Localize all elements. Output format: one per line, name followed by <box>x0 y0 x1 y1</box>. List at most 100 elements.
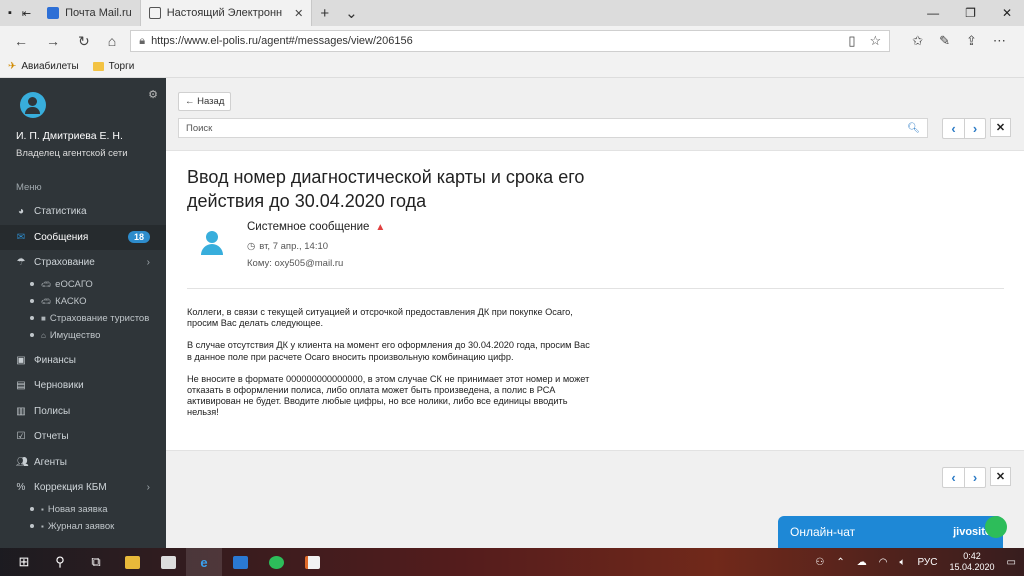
home-icon[interactable]: ⌂ <box>108 33 116 50</box>
sidebar-item-label: Сообщения <box>34 231 89 243</box>
users-icon: 👥︎ <box>16 456 29 468</box>
sidebar-item-finance[interactable]: ▣ Финансы <box>0 348 166 374</box>
search-icon[interactable]: 🔍︎ <box>907 123 920 134</box>
chevron-down-icon[interactable]: ⌄ <box>337 4 366 22</box>
pen-icon[interactable]: ✎ <box>939 33 950 49</box>
sidebar-item-policies[interactable]: ▥ Полисы <box>0 399 166 425</box>
search-input[interactable]: Поиск 🔍︎ <box>178 118 928 138</box>
tab-label: Почта Mail.ru <box>65 7 132 19</box>
url-field[interactable]: 🔒︎ https://www.el-polis.ru/agent#/messag… <box>130 30 891 52</box>
sender-avatar <box>198 229 226 257</box>
house-icon: ⌂ <box>41 330 46 340</box>
mail-icon[interactable] <box>222 548 258 576</box>
prev-message-icon[interactable]: ‹ <box>943 119 964 138</box>
sidebar-subitem-new-request[interactable]: ▪ Новая заявка <box>0 501 166 518</box>
sidebar-item-reports[interactable]: ☑ Отчеты <box>0 424 166 450</box>
close-message-button[interactable]: ✕ <box>990 467 1011 486</box>
plane-icon: ✈ <box>8 61 17 72</box>
cloud-icon[interactable]: ☁ <box>857 557 867 568</box>
umbrella-icon: ☂ <box>16 257 26 269</box>
bookmarks-bar: ✈ Авиабилеты Торги <box>0 56 1024 78</box>
sidebar-subitem-tourists[interactable]: ■ Страхование туристов <box>0 310 166 327</box>
lock-icon: 🔒︎ <box>139 34 146 47</box>
tab-mail[interactable]: Почта Mail.ru <box>39 0 141 26</box>
sidebar-item-label: Полисы <box>34 405 71 417</box>
bookmark-aviabilety[interactable]: ✈ Авиабилеты <box>8 61 79 72</box>
bullet-icon <box>30 524 34 528</box>
tab-el-polis[interactable]: Настоящий Электронн ✕ <box>140 0 313 26</box>
file-icon: ▤ <box>16 380 26 392</box>
back-button[interactable]: ← Назад <box>178 92 232 111</box>
user-avatar-icon[interactable] <box>20 92 46 118</box>
file-icon: ▪ <box>41 504 44 514</box>
next-message-icon[interactable]: › <box>964 468 985 487</box>
bookmark-torgi[interactable]: Торги <box>92 61 135 72</box>
message-paragraph: Коллеги, в связи с текущей ситуацией и о… <box>187 307 573 329</box>
sidebar-subitem-label: КАСКО <box>55 295 87 307</box>
car-icon: 🚗︎ <box>41 279 52 289</box>
clock-icon: ◷ <box>247 241 256 252</box>
notifications-icon[interactable]: ▭ <box>1007 557 1016 568</box>
clock[interactable]: 0:42 15.04.2020 <box>950 551 995 573</box>
sender-name: Системное сообщение <box>247 221 370 233</box>
sidebar-item-insurance[interactable]: ☂ Страхование › <box>0 250 166 276</box>
edge-browser-icon[interactable]: e <box>186 548 222 576</box>
set-aside-tabs-icon[interactable]: ⇤ <box>22 7 31 20</box>
envelope-icon: ✉ <box>16 231 26 243</box>
suitcase-icon: ■ <box>41 313 46 323</box>
sidebar-item-label: Финансы <box>34 354 76 366</box>
document-icon: ▥ <box>16 405 26 417</box>
sidebar-subitem-property[interactable]: ⌂ Имущество <box>0 327 166 344</box>
restore-icon[interactable]: ❐ <box>965 6 976 20</box>
sidebar-item-label: Агенты <box>34 456 67 468</box>
sidebar: ⚙ И. П. Дмитриева Е. Н. Владелец агентск… <box>0 78 166 548</box>
more-icon[interactable]: ⋯ <box>993 33 1006 49</box>
people-icon[interactable]: ⚇ <box>815 557 824 568</box>
document-app-icon[interactable] <box>294 548 330 576</box>
store-icon[interactable] <box>150 548 186 576</box>
refresh-icon[interactable]: ↻ <box>78 33 90 50</box>
unread-badge: 18 <box>127 231 150 244</box>
sidebar-item-agents[interactable]: 👥︎ Агенты <box>0 450 166 476</box>
language-indicator[interactable]: РУС <box>917 557 937 568</box>
new-tab-icon[interactable]: + <box>312 5 337 22</box>
sidebar-subitem-kasko[interactable]: 🚗︎ КАСКО <box>0 293 166 310</box>
message-nav-top: ‹ › <box>942 118 986 139</box>
favorite-star-icon[interactable]: ☆ <box>870 33 882 49</box>
gear-icon[interactable]: ⚙ <box>148 88 158 101</box>
sidebar-item-drafts[interactable]: ▤ Черновики <box>0 373 166 399</box>
forward-arrow-icon[interactable]: → <box>46 33 60 50</box>
back-arrow-icon[interactable]: ← <box>14 33 28 50</box>
favorites-icon[interactable]: ✩ <box>912 33 923 49</box>
reading-view-icon[interactable]: ▯ <box>848 33 855 49</box>
sidebar-item-statistics[interactable]: ◕ Статистика <box>0 199 166 225</box>
bullet-icon <box>30 507 34 511</box>
online-chat-widget[interactable]: Онлайн-чат jivosite <box>778 516 1007 548</box>
sidebar-item-messages[interactable]: ✉ Сообщения 18 <box>0 224 166 250</box>
prev-message-icon[interactable]: ‹ <box>943 468 964 487</box>
close-message-button[interactable]: ✕ <box>990 118 1011 137</box>
money-icon: ▣ <box>16 354 26 366</box>
wifi-icon[interactable]: ◠ <box>879 557 888 568</box>
volume-icon[interactable]: 🔈︎ <box>899 557 905 568</box>
task-view-icon[interactable]: ⧉ <box>78 548 114 576</box>
minimize-icon[interactable]: — <box>927 6 939 20</box>
tab-manager-icon[interactable]: ▪ <box>8 7 12 19</box>
search-icon[interactable]: ⚲ <box>42 548 78 576</box>
bookmark-label: Торги <box>108 61 135 72</box>
close-window-icon[interactable]: ✕ <box>1002 6 1012 20</box>
close-tab-icon[interactable]: ✕ <box>294 7 303 20</box>
sidebar-subitem-request-log[interactable]: ▪ Журнал заявок <box>0 518 166 535</box>
chat-status-icon <box>985 516 1007 538</box>
sidebar-item-kbm[interactable]: % Коррекция КБМ › <box>0 475 166 501</box>
windows-start-icon[interactable]: ⊞ <box>6 548 42 576</box>
whatsapp-icon[interactable] <box>258 548 294 576</box>
user-avatar-icon <box>198 229 226 257</box>
share-icon[interactable]: ⇪ <box>966 33 977 49</box>
file-explorer-icon[interactable] <box>114 548 150 576</box>
main-content: ← Назад Поиск 🔍︎ ‹ › ✕ Ввод номер диагно… <box>166 78 1024 548</box>
next-message-icon[interactable]: › <box>964 119 985 138</box>
chevron-up-icon[interactable]: ⌃ <box>836 557 844 568</box>
message-date: вт, 7 апр., 14:10 <box>259 241 329 252</box>
sidebar-subitem-eosago[interactable]: 🚗︎ еОСАГО <box>0 276 166 293</box>
